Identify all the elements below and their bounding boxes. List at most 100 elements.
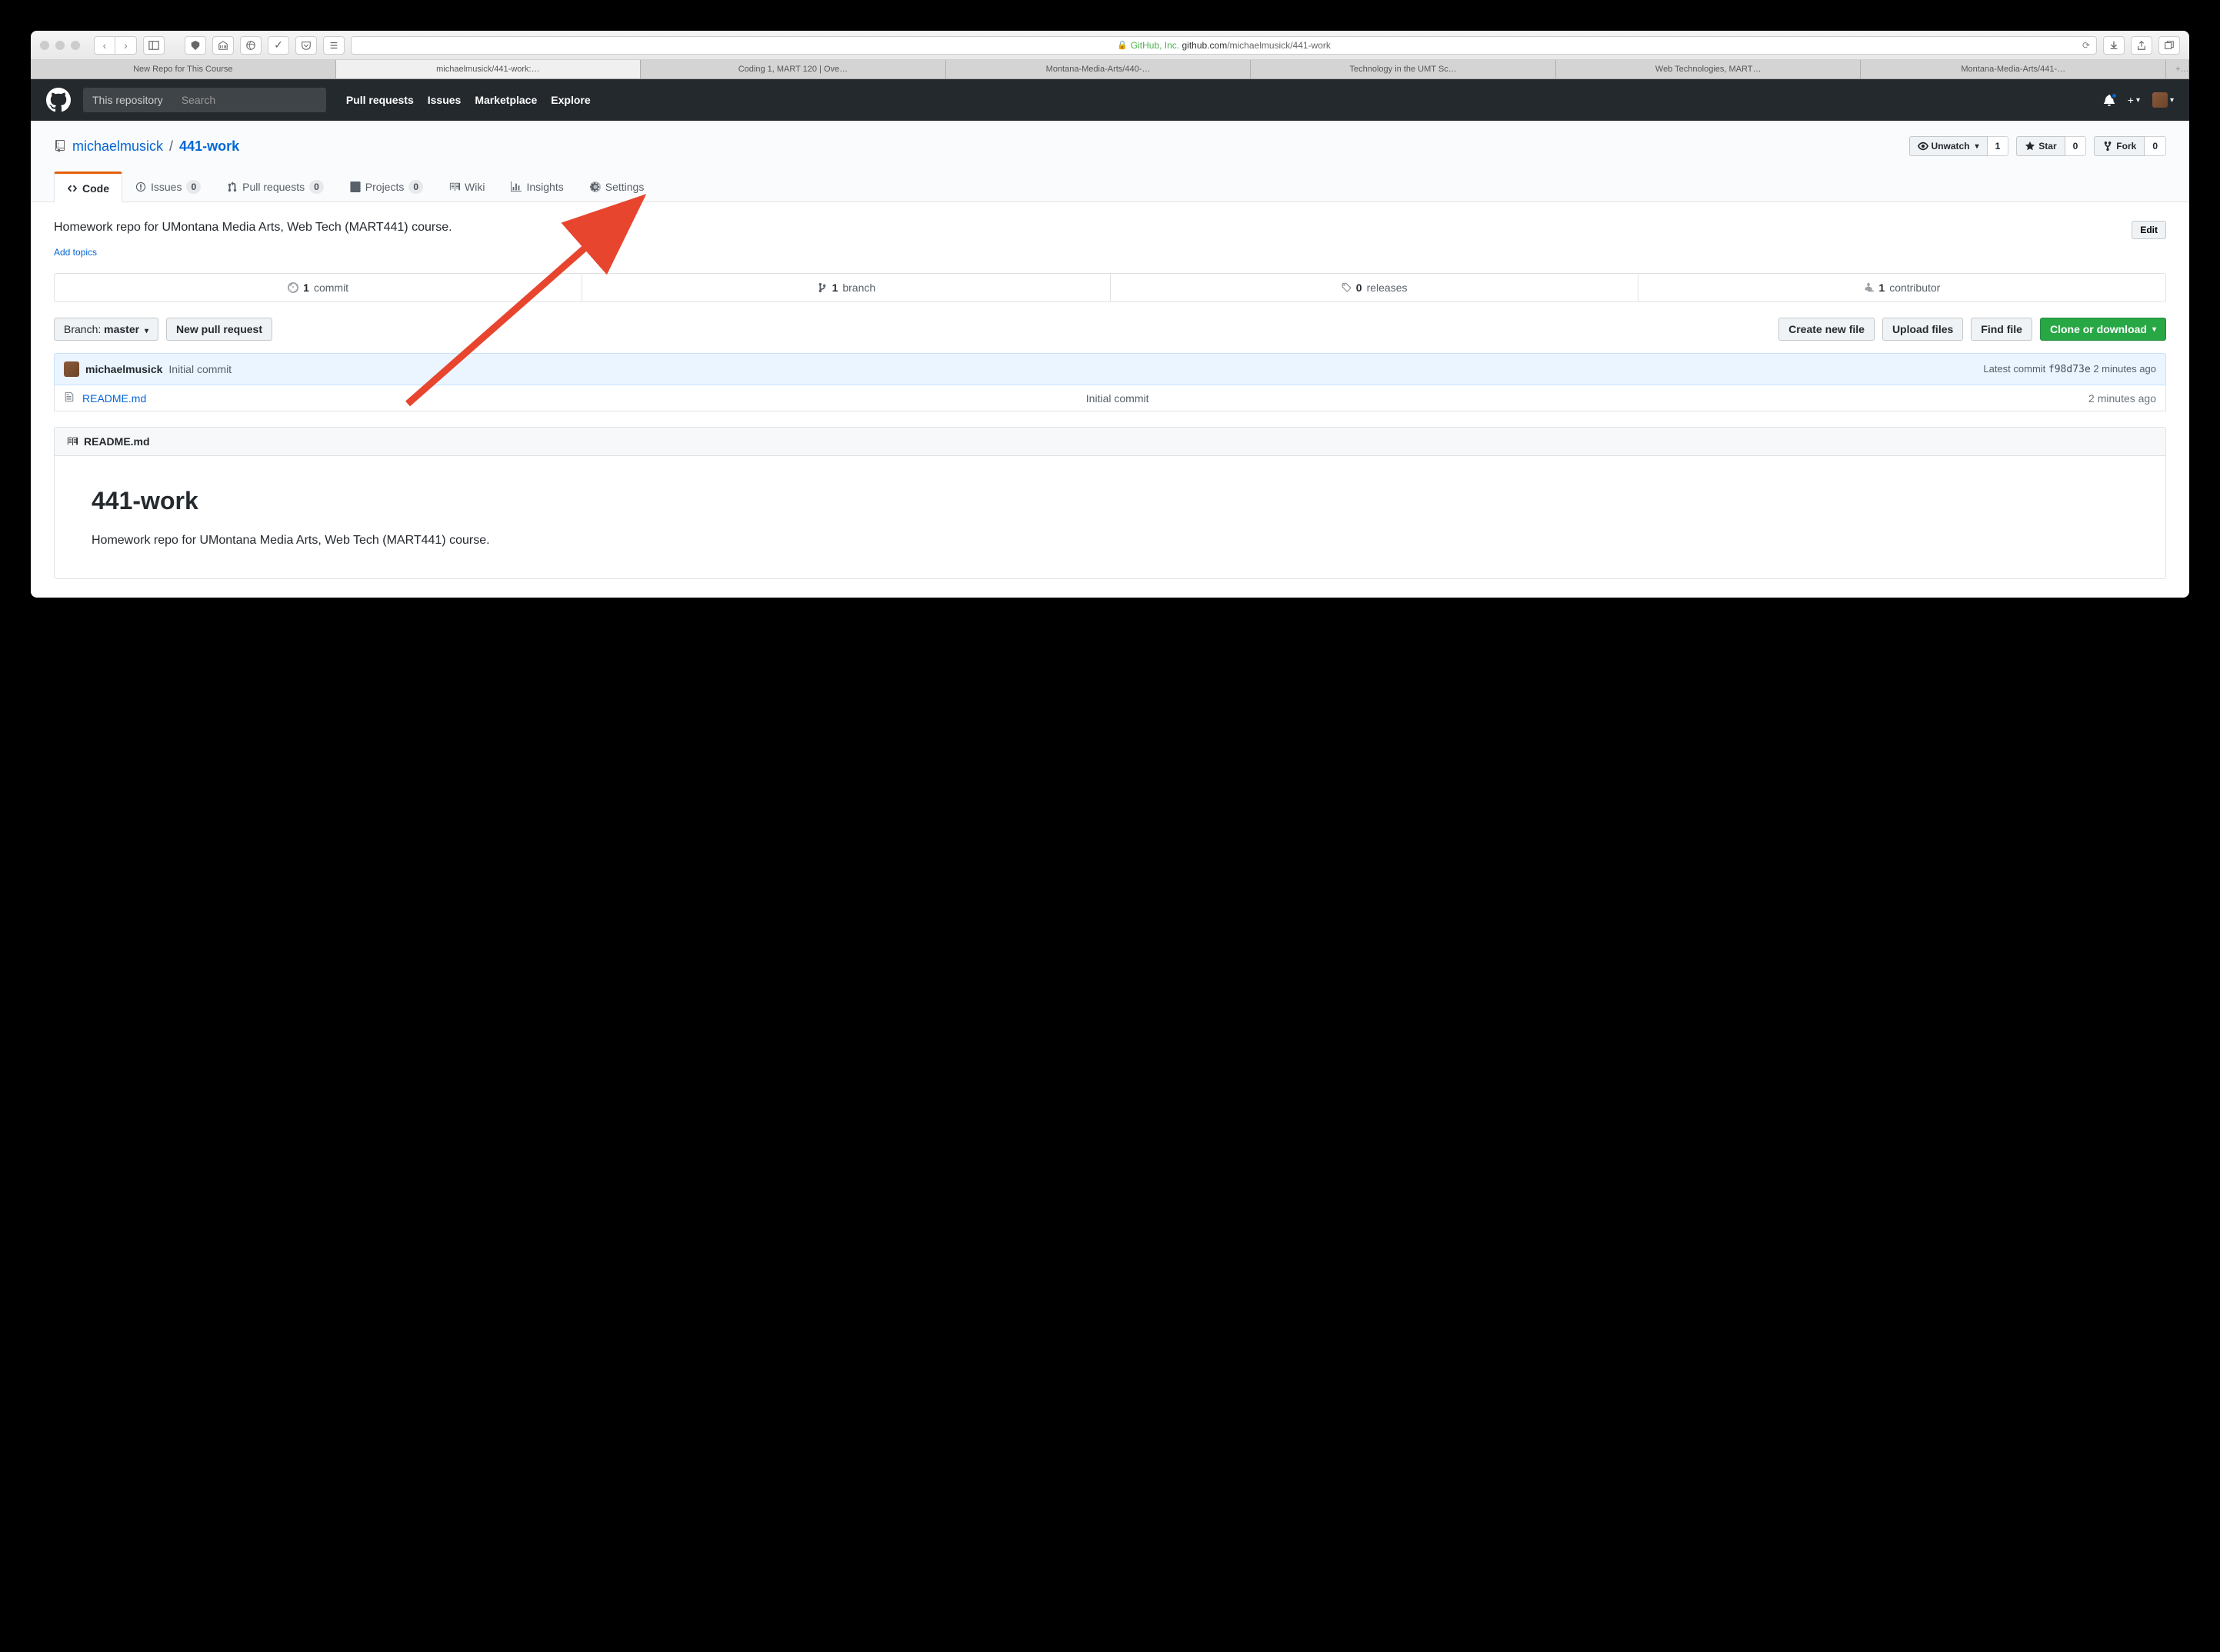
zoom-window[interactable] — [71, 41, 80, 50]
clone-download-button[interactable]: Clone or download▾ — [2040, 318, 2166, 341]
repo-tabs: Code Issues 0 Pull requests 0 Projects 0… — [54, 172, 2166, 202]
tab-pull-requests[interactable]: Pull requests 0 — [214, 172, 337, 202]
commit-time: 2 minutes ago — [2093, 363, 2156, 375]
stat-commits[interactable]: 1 commit — [55, 274, 582, 301]
nav-explore[interactable]: Explore — [551, 94, 590, 106]
back-button[interactable]: ‹ — [94, 36, 115, 55]
upload-files-button[interactable]: Upload files — [1882, 318, 1963, 341]
browser-tabs: New Repo for This Course michaelmusick/4… — [31, 60, 2189, 79]
avatar — [2152, 92, 2168, 108]
tab-issues[interactable]: Issues 0 — [122, 172, 214, 202]
forward-button[interactable]: › — [115, 36, 137, 55]
checkmark-icon[interactable]: ✓ — [268, 36, 289, 55]
latest-commit-label: Latest commit — [1983, 363, 2045, 375]
commit-author[interactable]: michaelmusick — [85, 363, 162, 375]
fork-button[interactable]: Fork — [2094, 136, 2145, 156]
repo-header: michaelmusick / 441-work Unwatch▾ 1 Star — [31, 121, 2189, 202]
share-icon[interactable] — [2131, 36, 2152, 55]
tab-insights[interactable]: Insights — [498, 172, 576, 202]
nav-buttons: ‹ › — [94, 36, 137, 55]
add-topics-link[interactable]: Add topics — [54, 247, 97, 258]
pocket-icon[interactable] — [295, 36, 317, 55]
browser-tab[interactable]: michaelmusick/441-work:… — [336, 60, 642, 78]
branch-select[interactable]: Branch: master ▾ — [54, 318, 158, 341]
tab-wiki[interactable]: Wiki — [436, 172, 498, 202]
file-row: README.md Initial commit 2 minutes ago — [54, 385, 2166, 411]
stat-contributors[interactable]: 1 contributor — [1638, 274, 2165, 301]
search-scope[interactable]: This repository — [83, 88, 172, 112]
tab-projects[interactable]: Projects 0 — [337, 172, 436, 202]
user-menu[interactable]: ▾ — [2152, 92, 2174, 108]
tabs-icon[interactable] — [2158, 36, 2180, 55]
find-file-button[interactable]: Find file — [1971, 318, 2032, 341]
watch-count[interactable]: 1 — [1988, 136, 2009, 156]
file-nav: Branch: master ▾ New pull request Create… — [54, 318, 2166, 341]
latest-commit-bar: michaelmusick Initial commit Latest comm… — [54, 353, 2166, 385]
search-container: This repository — [83, 88, 326, 112]
readme-body: 441-work Homework repo for UMontana Medi… — [55, 456, 2165, 578]
repo-actions: Unwatch▾ 1 Star 0 Fork 0 — [1909, 136, 2166, 156]
repo-title: michaelmusick / 441-work Unwatch▾ 1 Star — [54, 136, 2166, 156]
globe-icon[interactable] — [240, 36, 262, 55]
create-menu[interactable]: +▾ — [2128, 94, 2140, 106]
browser-tab[interactable]: New Repo for This Course — [31, 60, 336, 78]
close-window[interactable] — [40, 41, 49, 50]
browser-tab[interactable]: Coding 1, MART 120 | Ove… — [641, 60, 946, 78]
reader-icon[interactable] — [323, 36, 345, 55]
adblock-icon[interactable] — [185, 36, 206, 55]
repo-owner-link[interactable]: michaelmusick — [72, 138, 163, 155]
readme-header: README.md — [55, 428, 2165, 456]
commit-message[interactable]: Initial commit — [168, 363, 232, 375]
notification-dot — [2111, 92, 2118, 99]
browser-tab[interactable]: Technology in the UMT Sc… — [1251, 60, 1556, 78]
repo-icon — [54, 140, 66, 152]
address-bar[interactable]: 🔒 GitHub, Inc. github.com /michaelmusick… — [351, 36, 2097, 55]
nav-marketplace[interactable]: Marketplace — [475, 94, 537, 106]
url-path: /michaelmusick/441-work — [1227, 40, 1331, 51]
url-org: GitHub, Inc. — [1131, 40, 1179, 51]
browser-tab[interactable]: Montana-Media-Arts/441-… — [1861, 60, 2166, 78]
star-button[interactable]: Star — [2016, 136, 2065, 156]
github-logo[interactable] — [46, 88, 71, 112]
stat-releases[interactable]: 0 releases — [1111, 274, 1638, 301]
repo-content: Homework repo for UMontana Media Arts, W… — [31, 202, 2189, 598]
create-file-button[interactable]: Create new file — [1778, 318, 1875, 341]
path-separator: / — [169, 138, 173, 155]
tab-settings[interactable]: Settings — [577, 172, 658, 202]
repo-stats: 1 commit 1 branch 0 releases 1 contribut… — [54, 273, 2166, 302]
search-input[interactable] — [172, 88, 326, 112]
notifications-icon[interactable] — [2103, 94, 2115, 106]
nav-pull-requests[interactable]: Pull requests — [346, 94, 414, 106]
readme-title: 441-work — [92, 487, 2128, 515]
header-right: +▾ ▾ — [2103, 92, 2174, 108]
new-tab-button[interactable]: + — [2166, 60, 2189, 78]
browser-window: ‹ › ✓ 🔒 GitHub, Inc. github.com /michael… — [31, 31, 2189, 598]
library-icon[interactable] — [212, 36, 234, 55]
minimize-window[interactable] — [55, 41, 65, 50]
readme-filename: README.md — [84, 435, 150, 448]
commit-avatar[interactable] — [64, 361, 79, 377]
repo-name-link[interactable]: 441-work — [179, 138, 239, 155]
commit-sha[interactable]: f98d73e — [2048, 364, 2091, 375]
tab-code[interactable]: Code — [54, 172, 122, 202]
lock-icon: 🔒 — [1117, 40, 1128, 50]
fork-count[interactable]: 0 — [2145, 136, 2166, 156]
file-name-link[interactable]: README.md — [82, 392, 146, 405]
titlebar: ‹ › ✓ 🔒 GitHub, Inc. github.com /michael… — [31, 31, 2189, 60]
edit-button[interactable]: Edit — [2132, 221, 2166, 239]
browser-tab[interactable]: Web Technologies, MART… — [1556, 60, 1862, 78]
browser-tab[interactable]: Montana-Media-Arts/440-… — [946, 60, 1252, 78]
new-pull-request-button[interactable]: New pull request — [166, 318, 272, 341]
nav-issues[interactable]: Issues — [428, 94, 462, 106]
sidebar-toggle-icon[interactable] — [143, 36, 165, 55]
file-commit-message[interactable]: Initial commit — [154, 392, 2081, 405]
stat-branches[interactable]: 1 branch — [582, 274, 1110, 301]
url-host: github.com — [1182, 40, 1227, 51]
unwatch-button[interactable]: Unwatch▾ — [1909, 136, 1988, 156]
repo-description: Homework repo for UMontana Media Arts, W… — [54, 221, 2132, 235]
reload-icon[interactable]: ⟳ — [2082, 40, 2090, 51]
downloads-icon[interactable] — [2103, 36, 2125, 55]
readme-paragraph: Homework repo for UMontana Media Arts, W… — [92, 534, 2128, 548]
primary-nav: Pull requests Issues Marketplace Explore — [346, 94, 591, 106]
star-count[interactable]: 0 — [2065, 136, 2087, 156]
